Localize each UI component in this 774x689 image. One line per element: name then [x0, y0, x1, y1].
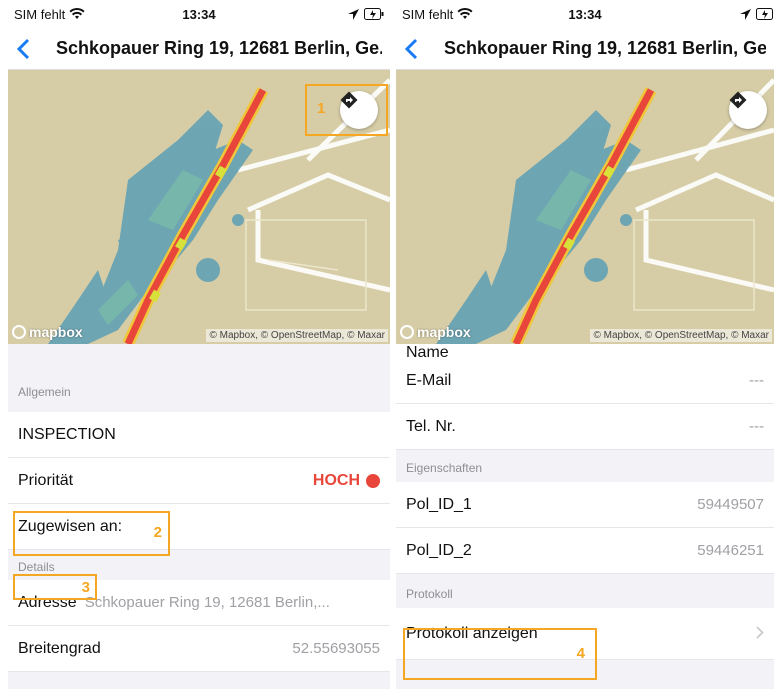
mapbox-logo-icon [12, 325, 26, 339]
name-row-partial: Name [396, 344, 774, 358]
status-right-icons [740, 8, 774, 20]
carrier: SIM fehlt [402, 7, 473, 22]
battery-icon [756, 8, 773, 20]
latitude-label: Breitengrad [18, 639, 101, 657]
phone-value: --- [749, 418, 764, 435]
pol-id-1-value: 59449507 [697, 496, 764, 513]
name-label: Name [406, 344, 449, 359]
pol-id-2-value: 59446251 [697, 542, 764, 559]
map-view[interactable]: mapbox © Mapbox, © OpenStreetMap, © Maxa… [396, 70, 774, 344]
location-arrow-icon [348, 8, 359, 20]
email-value: --- [749, 372, 764, 389]
mapbox-logo-icon [400, 325, 414, 339]
map-graphic [396, 70, 774, 344]
annotation-number-1: 1 [317, 100, 326, 117]
section-header-properties: Eigenschaften [406, 461, 483, 475]
annotation-box-1: 1 [305, 84, 388, 136]
status-bar: SIM fehlt 13:34 [8, 0, 390, 28]
carrier-text: SIM fehlt [14, 6, 66, 22]
status-time: 13:34 [568, 6, 602, 22]
priority-badge: HOCH [313, 472, 380, 490]
annotation-number-2: 2 [153, 524, 162, 541]
section-header-protocol: Protokoll [406, 587, 453, 601]
carrier: SIM fehlt [14, 7, 85, 22]
back-button[interactable] [16, 38, 44, 60]
type-value: INSPECTION [18, 425, 116, 443]
location-arrow-icon [740, 8, 751, 20]
directions-button[interactable] [729, 91, 767, 129]
status-bar: SIM fehlt 13:34 [396, 0, 774, 28]
mapbox-brand-text: mapbox [29, 324, 83, 340]
section-header-general: Allgemein [18, 385, 71, 399]
annotation-box-2: 2 [13, 511, 170, 556]
pol-id-1-row: Pol_ID_1 59449507 [396, 482, 774, 528]
annotation-box-4: 4 [403, 628, 597, 680]
annotation-number-4: 4 [576, 645, 585, 662]
nav-title: Schkopauer Ring 19, 12681 Berlin, Ge... [56, 38, 382, 58]
email-label: E-Mail [406, 371, 452, 389]
wifi-icon [457, 8, 473, 19]
directions-icon [729, 91, 747, 109]
mapbox-logo: mapbox [12, 324, 83, 340]
latitude-row: Breitengrad 52.55693055 [8, 626, 390, 672]
priority-dot-icon [366, 473, 380, 488]
phone-label: Tel. Nr. [406, 417, 456, 435]
annotation-number-3: 3 [81, 579, 90, 596]
pol-id-2-row: Pol_ID_2 59446251 [396, 528, 774, 574]
latitude-value: 52.55693055 [292, 640, 380, 657]
nav-title: Schkopauer Ring 19, 12681 Berlin, Ge... [444, 38, 766, 58]
priority-label: Priorität [18, 471, 74, 489]
navigation-bar: Schkopauer Ring 19, 12681 Berlin, Ge... [396, 28, 774, 70]
annotation-box-3: 3 [13, 574, 97, 600]
pol-id-2-label: Pol_ID_2 [406, 541, 472, 559]
chevron-left-icon [404, 38, 418, 59]
status-time: 13:34 [182, 6, 216, 22]
battery-icon [364, 8, 384, 20]
map-attribution[interactable]: © Mapbox, © OpenStreetMap, © Maxar [206, 329, 388, 342]
spacer [8, 344, 390, 386]
chevron-left-icon [16, 38, 30, 59]
map-attribution[interactable]: © Mapbox, © OpenStreetMap, © Maxar [590, 329, 772, 342]
wifi-icon [69, 8, 85, 19]
email-row: E-Mail --- [396, 358, 774, 404]
type-row: INSPECTION [8, 412, 390, 458]
priority-row: Priorität HOCH [8, 458, 390, 504]
pol-id-1-label: Pol_ID_1 [406, 495, 472, 513]
right-screen: SIM fehlt 13:34 Schkopauer Ring 19, 1268… [396, 0, 774, 689]
carrier-text: SIM fehlt [402, 6, 454, 22]
address-value: Schkopauer Ring 19, 12681 Berlin,... [84, 594, 330, 611]
chevron-right-icon [756, 623, 764, 644]
back-button[interactable] [404, 38, 432, 60]
priority-value: HOCH [312, 471, 360, 489]
mapbox-brand-text: mapbox [417, 324, 471, 340]
navigation-bar: Schkopauer Ring 19, 12681 Berlin, Ge... [8, 28, 390, 70]
mapbox-logo: mapbox [400, 324, 471, 340]
phone-row: Tel. Nr. --- [396, 404, 774, 450]
status-right-icons [348, 8, 384, 20]
